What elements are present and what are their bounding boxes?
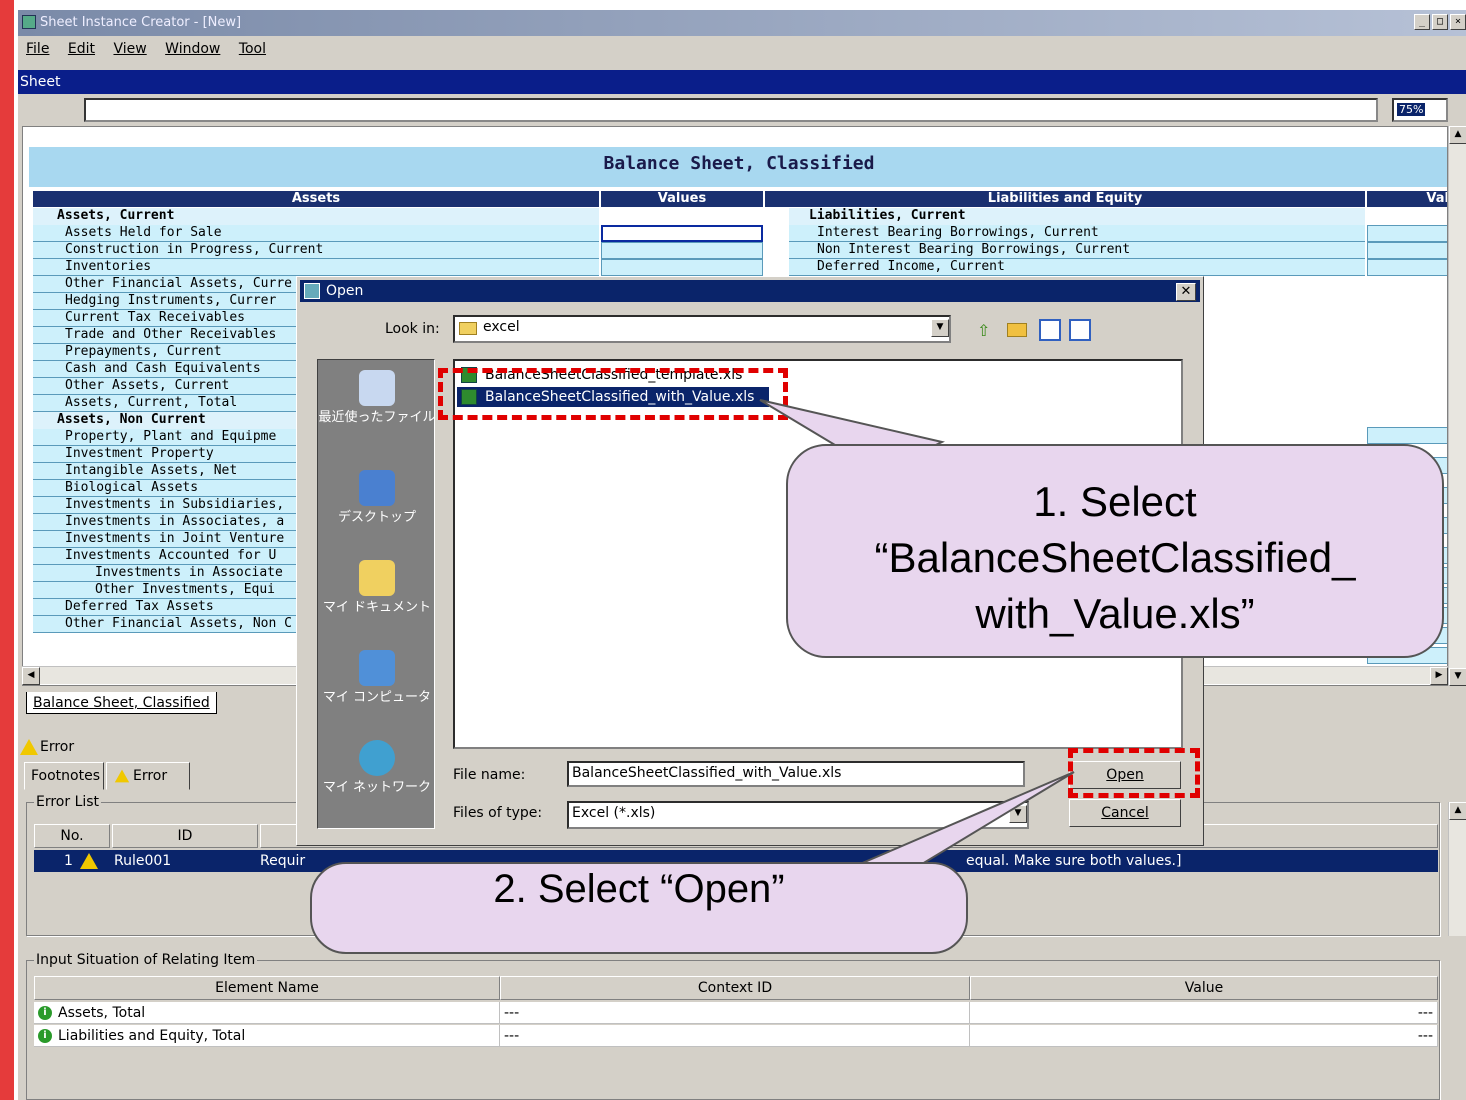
callout-1-line-1: 1. Select <box>1033 478 1197 525</box>
callout2-pointer <box>859 771 1075 865</box>
callout-1: 1. Select “BalanceSheetClassified_ with_… <box>786 444 1444 658</box>
callout-2: 2. Select “Open” <box>310 862 968 954</box>
callout-1-line-3: with_Value.xls” <box>975 590 1255 637</box>
callout-1-line-2: “BalanceSheetClassified_ <box>874 534 1356 581</box>
